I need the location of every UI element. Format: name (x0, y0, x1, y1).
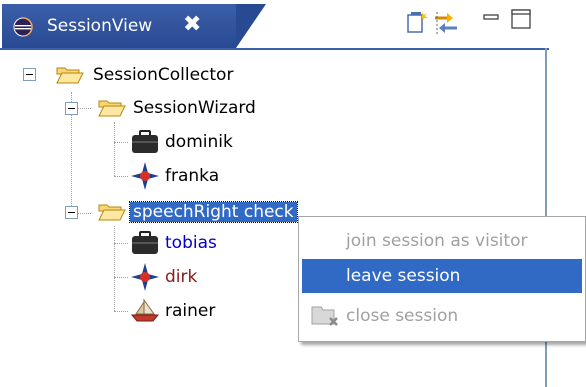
briefcase-user-icon (132, 130, 158, 153)
tree-item-member[interactable]: dominik (130, 127, 233, 157)
collapse-toggle[interactable] (65, 206, 78, 219)
tab-title: SessionView (47, 16, 153, 36)
menu-item-leave-session[interactable]: leave session (302, 259, 582, 293)
tree-connector (114, 243, 128, 244)
menu-item-close-session[interactable]: close session (302, 299, 582, 333)
briefcase-user-icon (132, 231, 158, 254)
tree-connector (114, 311, 128, 312)
compass-user-icon (131, 162, 159, 190)
tree-connector (114, 142, 128, 143)
tree-item-label: SessionCollector (93, 65, 234, 85)
sync-arrows-icon[interactable] (433, 10, 459, 36)
tab-edge (236, 4, 266, 48)
maximize-icon[interactable] (510, 8, 532, 30)
minimize-icon[interactable] (481, 8, 501, 28)
view-tabstrip: SessionView ✖ (0, 0, 549, 48)
tab-sessionview[interactable]: SessionView ✖ (2, 4, 236, 48)
compass-user-icon (131, 263, 159, 291)
context-menu: join session as visitor leave session cl… (298, 216, 586, 342)
tree-item-session[interactable]: speechRight check (97, 197, 298, 227)
menu-item-label: leave session (346, 266, 461, 286)
eclipse-icon (13, 17, 33, 37)
tree-item-label: dirk (165, 267, 198, 287)
tree-item-member[interactable]: rainer (130, 296, 215, 326)
boat-user-icon (130, 298, 160, 322)
tree-item-label: SessionWizard (133, 98, 256, 118)
close-icon[interactable]: ✖ (183, 12, 201, 37)
collapse-toggle[interactable] (65, 102, 78, 115)
open-folder-icon (98, 100, 126, 117)
tree-item-session[interactable]: SessionWizard (97, 93, 256, 123)
new-session-icon[interactable] (405, 10, 429, 36)
tree-item-label: franka (165, 166, 220, 186)
tree-connector (114, 226, 115, 311)
tree-item-member[interactable]: franka (130, 161, 219, 191)
menu-item-label: close session (346, 306, 459, 326)
tree-item-label-selected: speechRight check (129, 201, 298, 223)
tree-item-member[interactable]: dirk (130, 262, 197, 292)
tree-item-root[interactable]: SessionCollector (55, 60, 233, 90)
collapse-toggle[interactable] (23, 68, 36, 81)
close-session-icon (311, 306, 338, 326)
menu-item-join-session[interactable]: join session as visitor (302, 224, 582, 258)
tree-item-member[interactable]: tobias (130, 228, 217, 258)
tree-connector (114, 176, 128, 177)
tree-item-label: tobias (165, 233, 217, 253)
tree-connector (114, 277, 128, 278)
menu-item-label: join session as visitor (346, 231, 528, 251)
tree-item-label: rainer (165, 301, 216, 321)
open-folder-icon (98, 204, 126, 221)
tree-connector (114, 122, 115, 176)
open-folder-icon (56, 67, 84, 84)
tree-item-label: dominik (165, 132, 233, 152)
